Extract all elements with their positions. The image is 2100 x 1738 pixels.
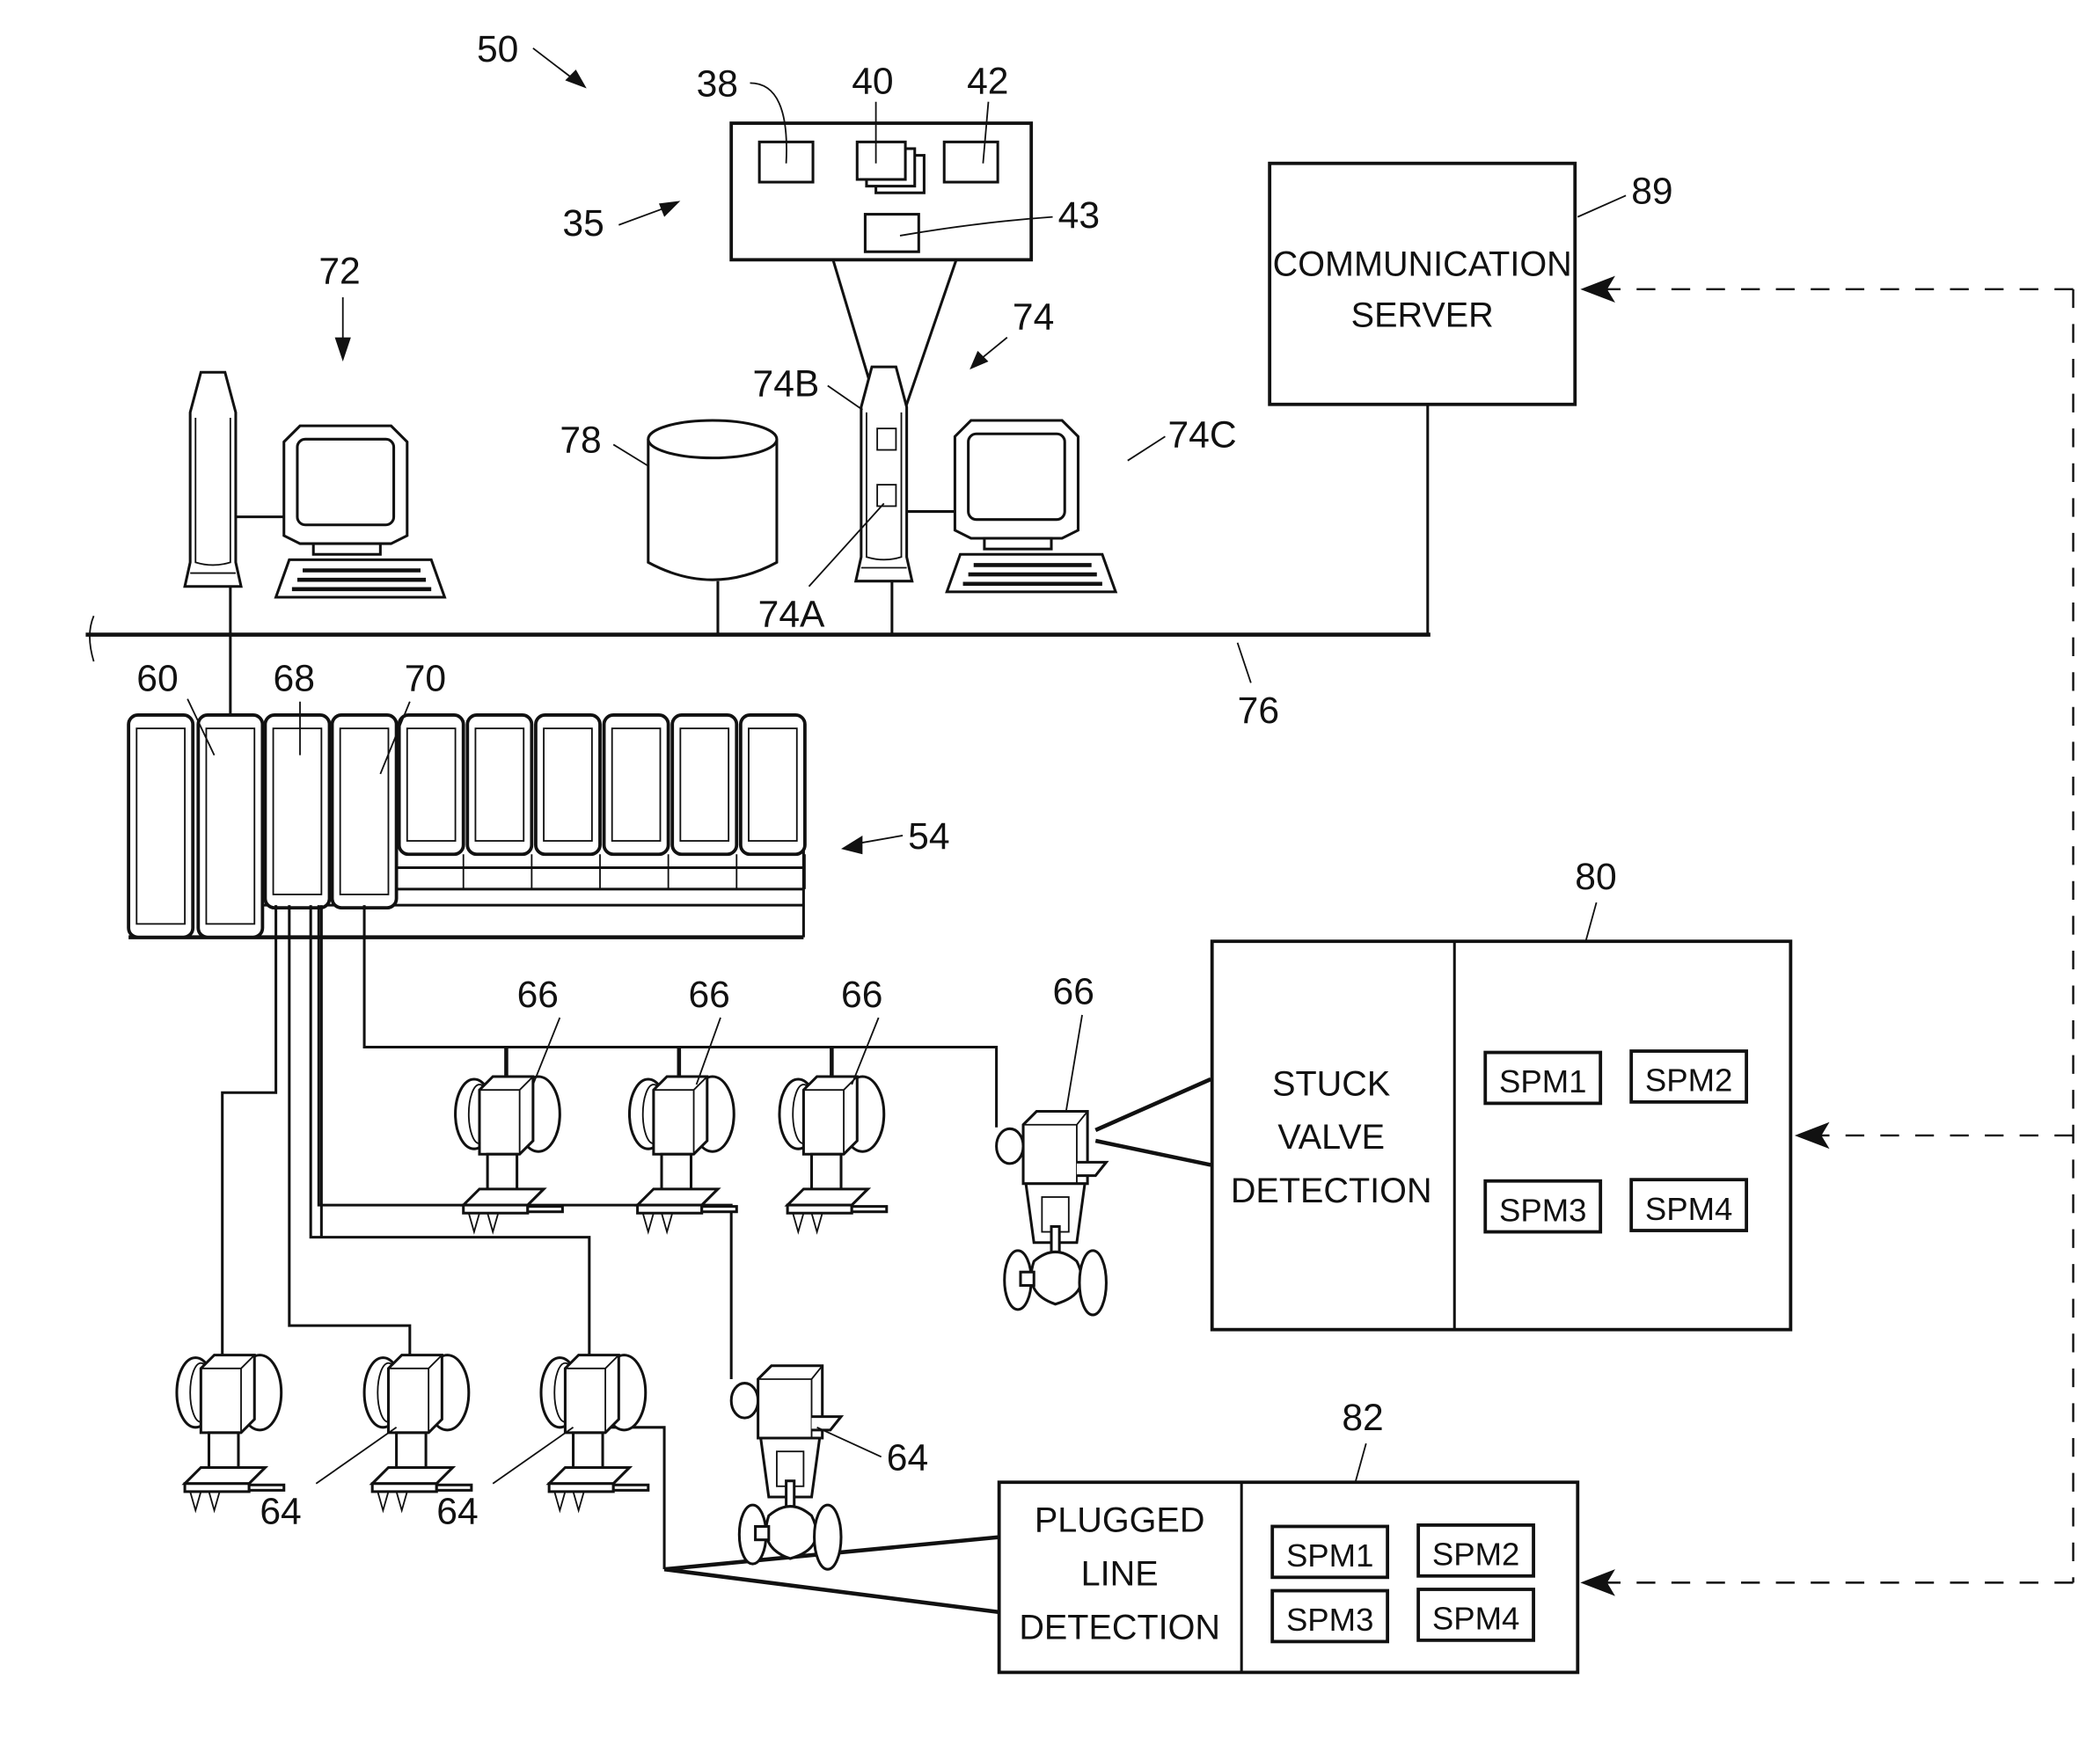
ref-64-1: 64 bbox=[260, 1490, 301, 1532]
plugged-label-1: PLUGGED bbox=[1035, 1501, 1205, 1540]
communication-server: COMMUNICATION SERVER bbox=[1268, 161, 1577, 635]
plugged-line-detection-82: PLUGGED LINE DETECTION SPM1 SPM2 SPM3 SP… bbox=[997, 1480, 1580, 1675]
ref-74A: 74A bbox=[758, 593, 825, 635]
ref-54: 54 bbox=[908, 815, 949, 858]
transmitter-66-2 bbox=[627, 1075, 738, 1234]
ref-64-3: 64 bbox=[887, 1437, 928, 1479]
rack-card-io-1 bbox=[397, 713, 465, 857]
workstation-74 bbox=[856, 367, 1116, 592]
stuck-label-3: DETECTION bbox=[1231, 1172, 1432, 1210]
ref-72: 72 bbox=[318, 251, 360, 293]
ref-78: 78 bbox=[560, 420, 601, 462]
stuck-spm1: SPM1 bbox=[1499, 1063, 1586, 1099]
ref-60: 60 bbox=[136, 658, 178, 700]
ref-35: 35 bbox=[562, 202, 604, 245]
dashed-communication-links bbox=[1580, 275, 2074, 1596]
rack-card-1 bbox=[127, 713, 195, 939]
plugged-spm4: SPM4 bbox=[1432, 1601, 1519, 1637]
ref-66-2: 66 bbox=[688, 974, 729, 1016]
ref-76: 76 bbox=[1238, 690, 1279, 732]
ref-74: 74 bbox=[1013, 296, 1054, 339]
block-43 bbox=[863, 213, 920, 253]
rack-card-io-4 bbox=[602, 713, 670, 857]
block-42 bbox=[942, 140, 999, 184]
ref-74B: 74B bbox=[753, 363, 820, 405]
ref-82: 82 bbox=[1342, 1397, 1383, 1439]
rack-card-70 bbox=[330, 713, 399, 910]
ref-80: 80 bbox=[1575, 856, 1616, 898]
plugged-label-2: LINE bbox=[1081, 1554, 1159, 1593]
rack-card-68 bbox=[263, 713, 332, 910]
block-40 bbox=[855, 140, 907, 181]
ref-66-1: 66 bbox=[517, 974, 559, 1016]
workstation-72 bbox=[185, 372, 444, 597]
plugged-spm2: SPM2 bbox=[1432, 1537, 1519, 1573]
server-label-line2: SERVER bbox=[1351, 296, 1494, 334]
valve-64 bbox=[729, 1364, 843, 1571]
ref-64-2: 64 bbox=[436, 1490, 478, 1532]
ref-66-3: 66 bbox=[841, 974, 882, 1016]
server-label-line1: COMMUNICATION bbox=[1273, 245, 1572, 284]
plugged-spm1: SPM1 bbox=[1286, 1537, 1373, 1574]
stuck-spm3: SPM3 bbox=[1499, 1192, 1586, 1228]
ref-43: 43 bbox=[1058, 194, 1100, 237]
stuck-spm2: SPM2 bbox=[1645, 1063, 1732, 1099]
ref-66-4: 66 bbox=[1053, 971, 1094, 1013]
rack-card-io-5 bbox=[670, 713, 739, 857]
valve-66 bbox=[995, 1110, 1108, 1317]
ref-68: 68 bbox=[274, 658, 315, 700]
stuck-valve-detection-80: STUCK VALVE DETECTION SPM1 SPM2 SPM3 SPM… bbox=[1210, 939, 1793, 1332]
transmitter-64-1 bbox=[175, 1354, 286, 1512]
rack-card-60 bbox=[196, 713, 265, 939]
stuck-label-1: STUCK bbox=[1272, 1064, 1390, 1103]
ref-38: 38 bbox=[697, 63, 738, 106]
rack-card-io-2 bbox=[465, 713, 534, 857]
ref-74C: 74C bbox=[1167, 413, 1236, 456]
ref-40: 40 bbox=[852, 61, 893, 103]
transmitter-66-1 bbox=[454, 1075, 564, 1234]
plugged-spm3: SPM3 bbox=[1286, 1602, 1373, 1638]
ref-70: 70 bbox=[405, 658, 446, 700]
transmitter-66-3 bbox=[778, 1075, 889, 1234]
plugged-label-3: DETECTION bbox=[1019, 1608, 1220, 1647]
stuck-label-2: VALVE bbox=[1277, 1118, 1385, 1157]
stuck-spm4: SPM4 bbox=[1645, 1191, 1732, 1227]
process-plant-diagram: 50 38 40 42 43 35 72 78 74 74B 74A 74C C… bbox=[85, 28, 2074, 1675]
transmitter-64-2 bbox=[362, 1354, 473, 1512]
transmitter-64-3 bbox=[539, 1354, 650, 1512]
ref-42: 42 bbox=[967, 61, 1008, 103]
ref-50: 50 bbox=[477, 28, 518, 70]
rack-card-io-3 bbox=[534, 713, 602, 857]
ref-89: 89 bbox=[1631, 170, 1672, 212]
rack-card-io-6 bbox=[738, 713, 807, 857]
controller-rack-54 bbox=[127, 713, 807, 939]
